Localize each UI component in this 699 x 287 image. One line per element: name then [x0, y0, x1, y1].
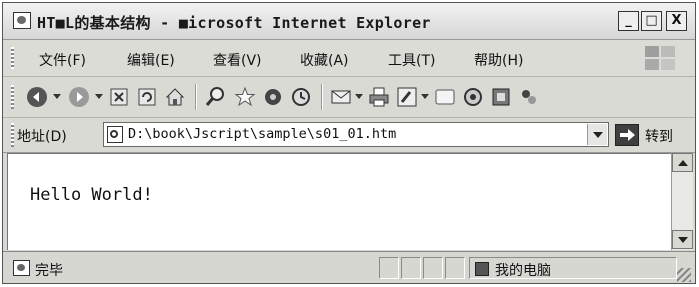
stop-icon[interactable] — [107, 85, 131, 109]
menu-help[interactable]: 帮助(H) — [474, 50, 523, 70]
mail-dropdown-icon[interactable] — [355, 94, 363, 99]
menu-favorites[interactable]: 收藏(A) — [300, 50, 349, 70]
title-bar: HT■L的基本结构 - ■icrosoft Internet Explorer … — [3, 3, 695, 40]
extra-icon[interactable] — [517, 85, 541, 109]
search-icon[interactable] — [203, 85, 227, 109]
status-panel — [423, 257, 443, 279]
favorites-icon[interactable] — [233, 85, 257, 109]
forward-icon[interactable] — [67, 85, 91, 109]
close-button[interactable]: X — [666, 11, 687, 31]
history-icon[interactable] — [289, 85, 313, 109]
status-panel — [445, 257, 465, 279]
toolbar-separator — [195, 84, 197, 110]
mail-icon[interactable] — [329, 85, 353, 109]
windows-logo-icon — [645, 46, 679, 72]
menu-view[interactable]: 查看(V) — [213, 50, 262, 70]
menu-tools[interactable]: 工具(T) — [388, 50, 435, 70]
menu-grip[interactable] — [11, 47, 14, 69]
toolbar-grip[interactable] — [11, 85, 14, 109]
address-label: 地址(D) — [17, 129, 67, 145]
scroll-up-icon[interactable] — [672, 153, 693, 172]
document-icon — [13, 12, 31, 29]
browser-window: HT■L的基本结构 - ■icrosoft Internet Explorer … — [2, 2, 696, 284]
go-button[interactable]: 转到 — [645, 126, 673, 146]
messenger-icon[interactable] — [489, 85, 513, 109]
media-icon[interactable] — [261, 85, 285, 109]
go-arrow-icon[interactable] — [615, 124, 639, 146]
edit-dropdown-icon[interactable] — [421, 94, 429, 99]
maximize-button[interactable]: □ — [641, 11, 662, 31]
address-bar: 地址(D) 转到 — [3, 118, 695, 153]
address-field[interactable] — [103, 122, 609, 147]
refresh-icon[interactable] — [135, 85, 159, 109]
back-dropdown-icon[interactable] — [53, 94, 61, 99]
status-panel — [401, 257, 421, 279]
discuss-icon[interactable] — [433, 85, 457, 109]
zone-text: 我的电脑 — [495, 263, 551, 279]
vertical-scrollbar[interactable] — [671, 153, 693, 250]
addressbar-grip[interactable] — [11, 123, 14, 147]
status-text: 完毕 — [35, 263, 63, 279]
address-dropdown-icon[interactable] — [587, 124, 607, 145]
page-icon — [107, 126, 123, 143]
forward-dropdown-icon[interactable] — [95, 94, 103, 99]
standard-toolbar — [3, 77, 695, 118]
resize-grip-icon[interactable] — [677, 268, 691, 282]
computer-icon — [475, 262, 489, 276]
page-text: Hello World! — [30, 185, 153, 205]
home-icon[interactable] — [163, 85, 187, 109]
back-icon[interactable] — [25, 85, 49, 109]
minimize-button[interactable]: _ — [618, 11, 639, 31]
menu-bar: 文件(F) 编辑(E) 查看(V) 收藏(A) 工具(T) 帮助(H) — [3, 40, 695, 77]
page-content: Hello World! — [7, 153, 671, 250]
window-title: HT■L的基本结构 - ■icrosoft Internet Explorer — [37, 14, 431, 32]
print-icon[interactable] — [367, 85, 391, 109]
toolbar-separator — [321, 84, 323, 110]
status-bar: 完毕 我的电脑 — [3, 251, 695, 283]
menu-edit[interactable]: 编辑(E) — [127, 50, 175, 70]
scroll-down-icon[interactable] — [672, 230, 693, 249]
menu-file[interactable]: 文件(F) — [39, 50, 86, 70]
address-input[interactable] — [128, 124, 576, 145]
edit-icon[interactable] — [395, 85, 419, 109]
research-icon[interactable] — [461, 85, 485, 109]
status-panel — [379, 257, 399, 279]
status-page-icon — [13, 260, 30, 276]
